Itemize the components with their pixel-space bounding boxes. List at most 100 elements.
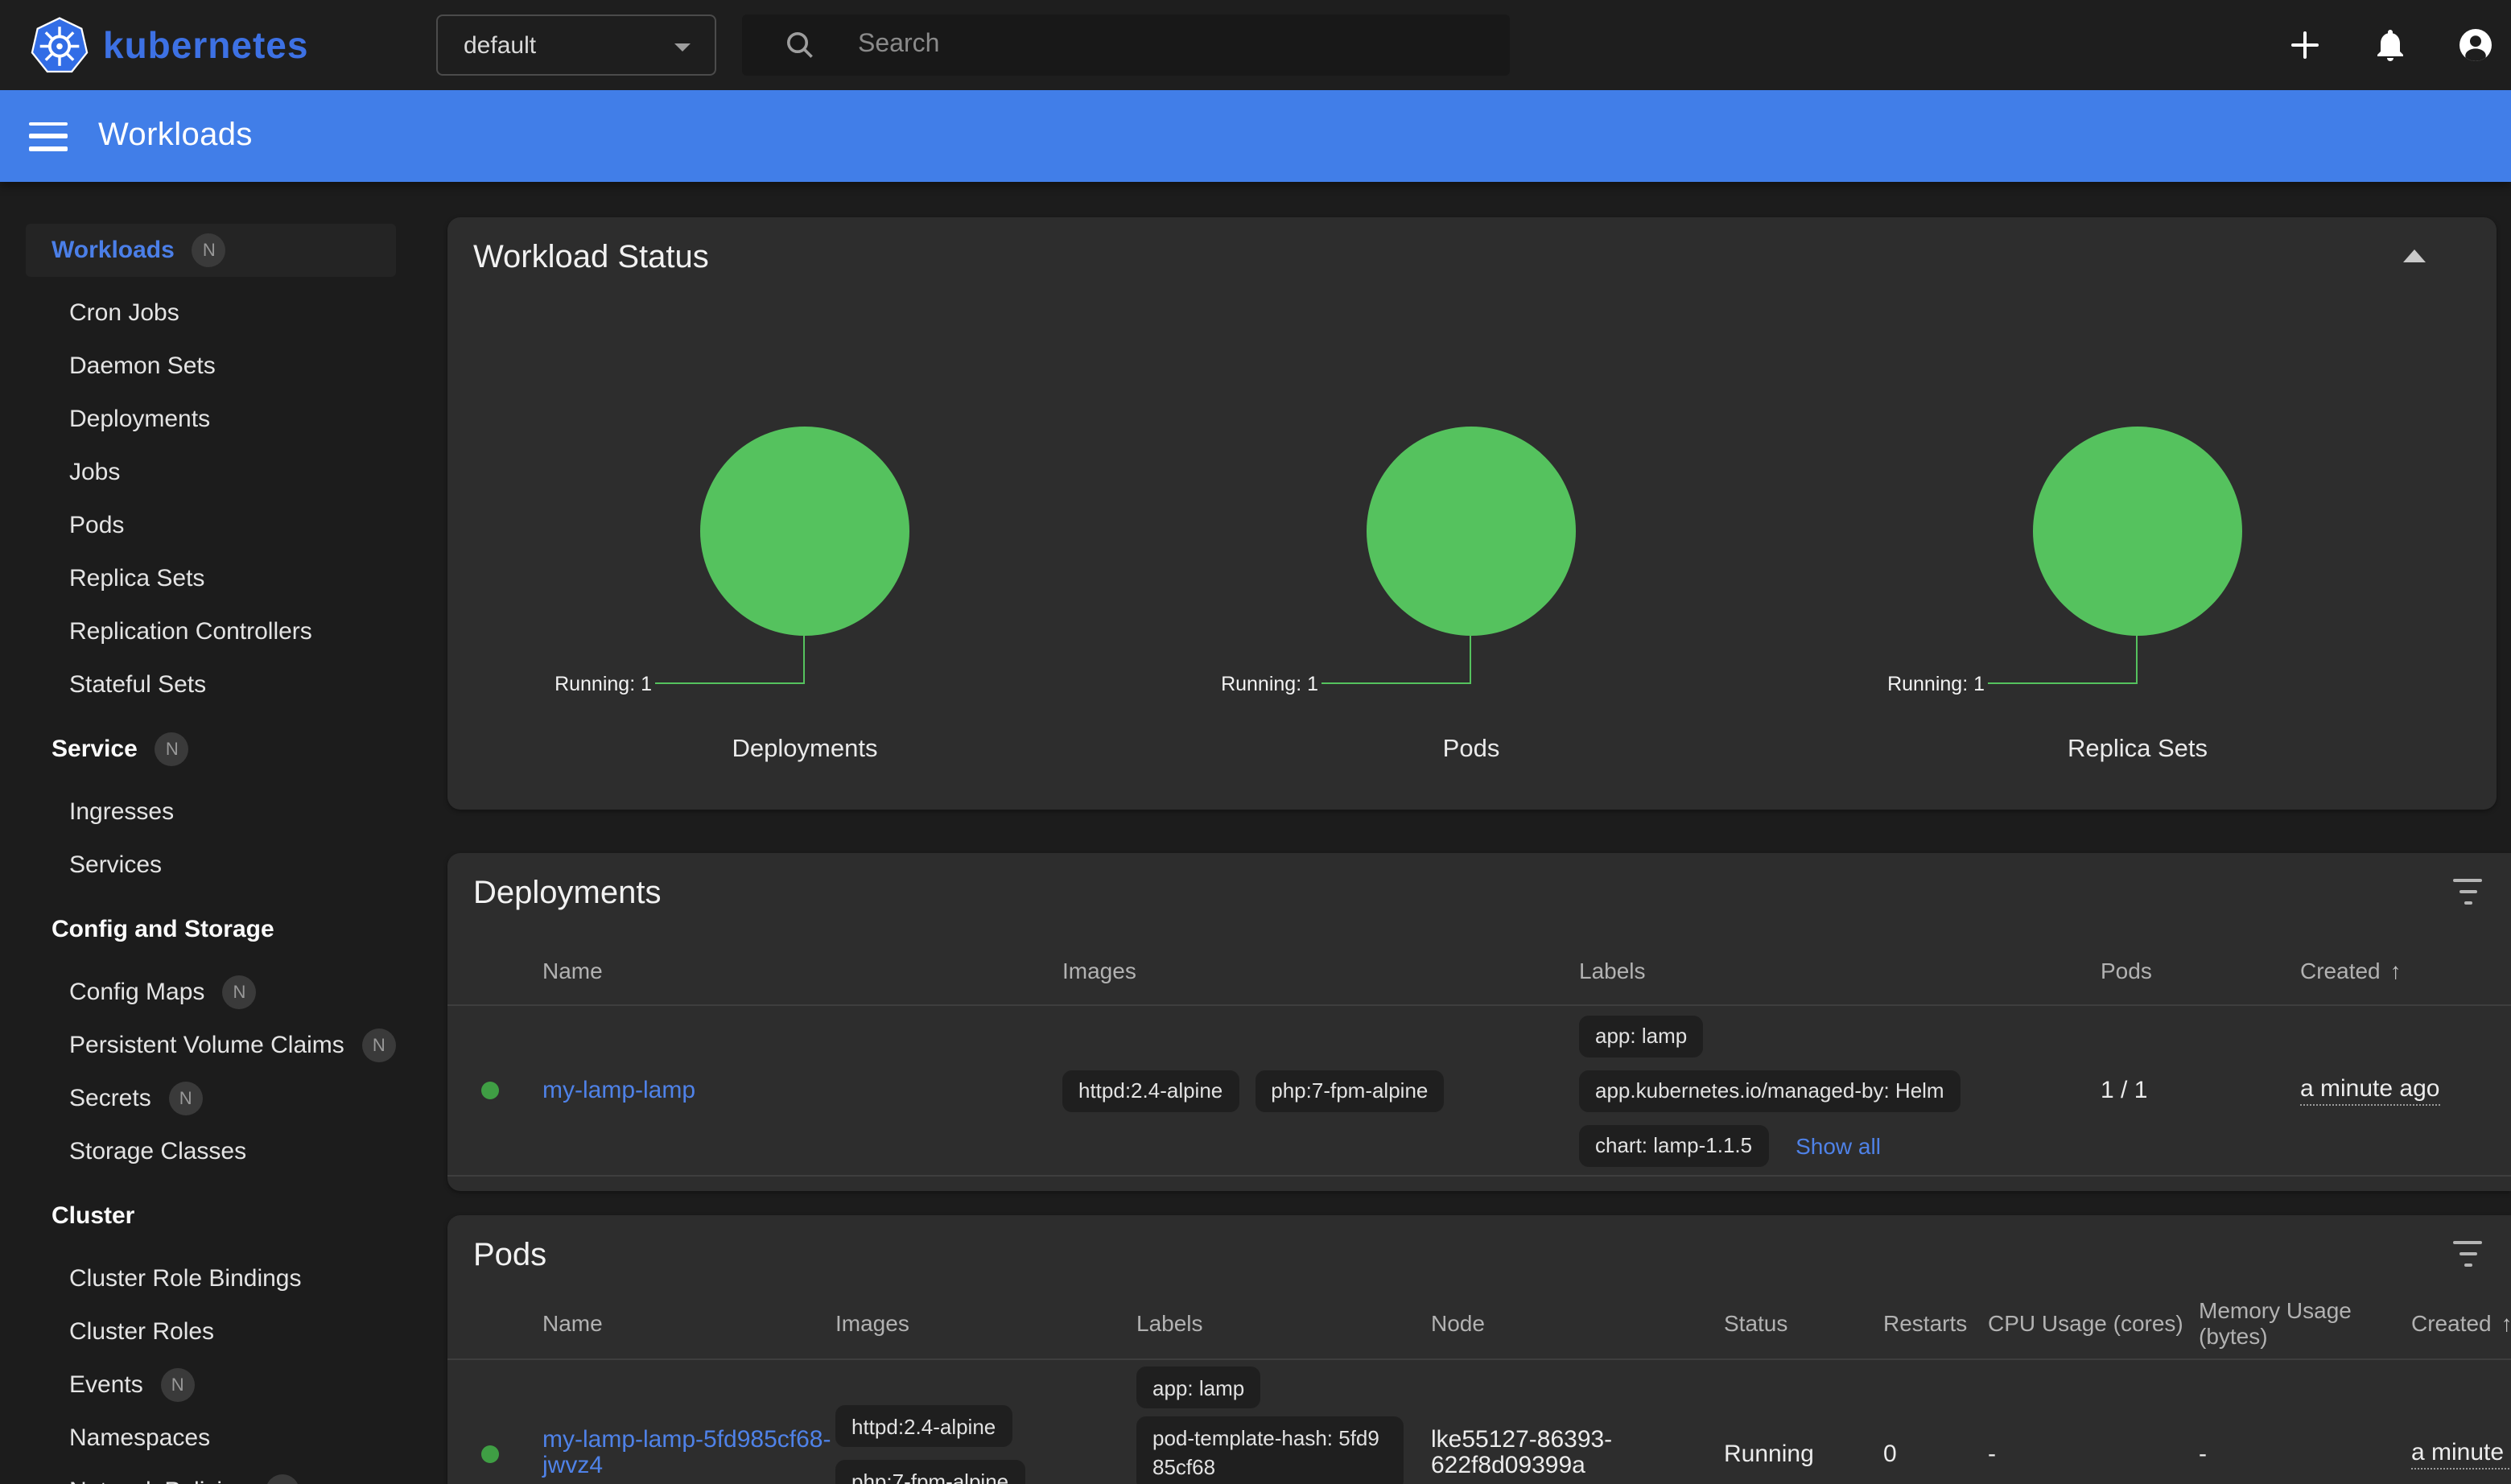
sidebar-item-cluster-role-bindings[interactable]: Cluster Role Bindings (0, 1252, 418, 1305)
status-ok-dot (481, 1082, 499, 1099)
brand-wordmark[interactable]: kubernetes (103, 0, 308, 90)
label-chip: chart: lamp-1.1.5 (1579, 1124, 1768, 1166)
name-cell: my-lamp-lamp-5fd985cf68-jwvz4 (542, 1360, 832, 1484)
sidebar-item-persistent-volume-claims[interactable]: Persistent Volume Claims N (0, 1019, 418, 1072)
column-header-name[interactable]: Name (542, 1310, 603, 1336)
column-header-status[interactable]: Status (1724, 1310, 1787, 1336)
column-header-created[interactable]: Created↑ (2411, 1310, 2511, 1336)
pie-running-slice (2033, 427, 2242, 636)
column-header-restarts[interactable]: Restarts (1883, 1310, 1967, 1336)
sidebar-item-replica-sets[interactable]: Replica Sets (0, 552, 418, 605)
node-cell: lke55127-86393-622f8d09399a (1431, 1360, 1621, 1484)
pods-card: Pods Name Images Labels Node Status Rest… (447, 1215, 2511, 1484)
sidebar-item-cron-jobs[interactable]: Cron Jobs (0, 286, 418, 340)
column-header-images[interactable]: Images (1062, 957, 1136, 983)
sidebar-item-workloads[interactable]: Workloads N (26, 224, 396, 277)
filter-list-icon[interactable] (2453, 1241, 2482, 1267)
label-chip: app.kubernetes.io/managed-by: Helm (1579, 1070, 1961, 1111)
notifications-bell-icon[interactable] (2371, 26, 2410, 64)
pods-count-cell: 1 / 1 (2101, 1006, 2147, 1175)
pie-callout-label: Running: 1 (1221, 673, 1318, 695)
column-header-cpu-usage[interactable]: CPU Usage (cores) (1988, 1310, 2183, 1336)
sidebar-item-pods[interactable]: Pods (0, 499, 418, 552)
created-cell: a minute ago (2300, 1006, 2439, 1175)
sidebar-item-storage-classes[interactable]: Storage Classes (0, 1125, 418, 1178)
create-plus-icon[interactable] (2286, 26, 2324, 64)
pie-callout-label: Running: 1 (1887, 673, 1985, 695)
pie-callout-line (1321, 636, 1471, 684)
namespaced-badge: N (266, 1474, 299, 1484)
namespace-value: default (464, 31, 536, 59)
namespaced-badge: N (362, 1028, 396, 1062)
image-chip: php:7-fpm-alpine (1255, 1070, 1444, 1111)
sort-asc-arrow-icon: ↑ (2390, 957, 2402, 983)
relative-time: a minute ago (2300, 1075, 2439, 1106)
sidebar-nav: Workloads N Cron Jobs Daemon Sets Deploy… (0, 182, 418, 1484)
kubernetes-logo-icon[interactable] (29, 14, 90, 76)
deployment-link[interactable]: my-lamp-lamp (542, 1077, 695, 1104)
page-toolbar: Workloads (0, 90, 2511, 182)
sidebar-item-deployments[interactable]: Deployments (0, 393, 418, 446)
column-header-labels[interactable]: Labels (1579, 957, 1646, 983)
sidebar-section-cluster: Cluster (0, 1189, 418, 1243)
menu-hamburger-icon[interactable] (29, 122, 68, 150)
sort-asc-arrow-icon: ↑ (2501, 1310, 2511, 1336)
deployment-row: my-lamp-lamp httpd:2.4-alpine php:7-fpm-… (447, 1006, 2511, 1177)
namespace-selector[interactable]: default (436, 14, 716, 76)
sidebar-item-ingresses[interactable]: Ingresses (0, 785, 418, 839)
top-app-bar: kubernetes default (0, 0, 2511, 90)
sidebar-item-events[interactable]: Events N (0, 1358, 418, 1412)
column-header-name[interactable]: Name (542, 957, 603, 983)
column-header-images[interactable]: Images (835, 1310, 909, 1336)
show-all-labels-link[interactable]: Show all (1796, 1132, 1881, 1158)
sidebar-item-namespaces[interactable]: Namespaces (0, 1412, 418, 1465)
images-cell: httpd:2.4-alpine php:7-fpm-alpine (835, 1360, 1025, 1484)
page-title: Workloads (98, 117, 253, 155)
filter-list-icon[interactable] (2453, 879, 2482, 905)
sidebar-item-daemon-sets[interactable]: Daemon Sets (0, 340, 418, 393)
pie-running-slice (1367, 427, 1576, 636)
sidebar-item-network-policies[interactable]: Network Policies N (0, 1465, 418, 1484)
column-header-labels[interactable]: Labels (1136, 1310, 1203, 1336)
column-header-pods[interactable]: Pods (2101, 957, 2152, 983)
cpu-usage-cell: - (1988, 1360, 1996, 1484)
sidebar-item-replication-controllers[interactable]: Replication Controllers (0, 605, 418, 658)
labels-cell: app: lamp app.kubernetes.io/managed-by: … (1579, 1006, 1961, 1175)
column-header-node[interactable]: Node (1431, 1310, 1485, 1336)
sidebar-item-cluster-roles[interactable]: Cluster Roles (0, 1305, 418, 1358)
namespaced-badge: N (155, 732, 189, 766)
card-title: Pods (473, 1238, 546, 1275)
memory-usage-cell: - (2199, 1360, 2207, 1484)
account-avatar-icon[interactable] (2456, 26, 2495, 64)
search-bar[interactable] (742, 14, 1510, 76)
pod-link[interactable]: my-lamp-lamp-5fd985cf68-jwvz4 (542, 1427, 832, 1480)
sidebar-item-services[interactable]: Services (0, 839, 418, 892)
sidebar-item-secrets[interactable]: Secrets N (0, 1072, 418, 1125)
chart-title: Pods (1138, 736, 1804, 765)
relative-time: a minute ago (2411, 1438, 2511, 1469)
sidebar-item-stateful-sets[interactable]: Stateful Sets (0, 658, 418, 711)
pie-callout-line (1988, 636, 2138, 684)
kubernetes-dashboard: kubernetes default (0, 0, 2511, 1484)
search-input[interactable] (742, 14, 1510, 76)
image-chip: php:7-fpm-alpine (835, 1460, 1025, 1484)
sidebar-section-config-and-storage: Config and Storage (0, 903, 418, 956)
replica-sets-pie-chart: Running: 1 Replica Sets (1804, 217, 2471, 810)
pod-row: my-lamp-lamp-5fd985cf68-jwvz4 httpd:2.4-… (447, 1360, 2511, 1484)
namespaced-badge: N (222, 975, 256, 1009)
status-ok-dot (481, 1445, 499, 1462)
status-cell: Running (1724, 1360, 1814, 1484)
pods-pie-chart: Running: 1 Pods (1138, 217, 1804, 810)
image-chip: httpd:2.4-alpine (835, 1405, 1012, 1447)
column-header-created[interactable]: Created↑ (2300, 957, 2402, 983)
workload-status-card: Workload Status Running: 1 Deployments R… (447, 217, 2497, 810)
label-chip: app: lamp (1579, 1015, 1703, 1057)
label-chip: app: lamp (1136, 1367, 1260, 1408)
labels-cell: app: lamp pod-template-hash: 5fd985cf68 (1136, 1360, 1404, 1484)
column-header-memory-usage[interactable]: Memory Usage (bytes) (2199, 1297, 2366, 1349)
sidebar-item-config-maps[interactable]: Config Maps N (0, 966, 418, 1019)
deployments-card: Deployments Name Images Labels Pods Crea… (447, 853, 2511, 1191)
sidebar-item-jobs[interactable]: Jobs (0, 446, 418, 499)
pie-callout-line (655, 636, 805, 684)
name-cell: my-lamp-lamp (542, 1006, 695, 1175)
